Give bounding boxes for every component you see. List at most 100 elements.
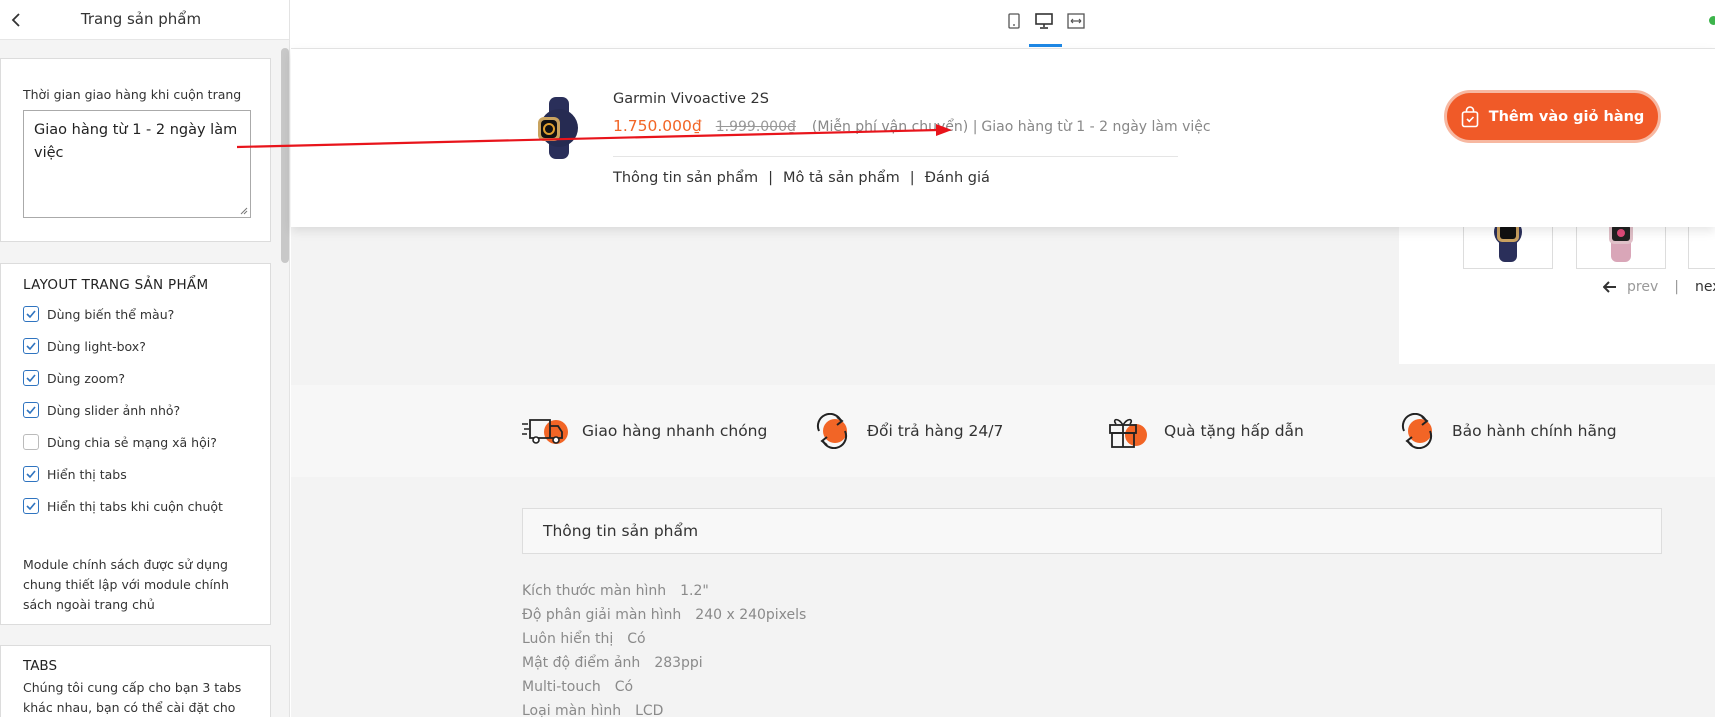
desktop-icon[interactable] [1035, 11, 1053, 31]
spec-label: Loại màn hình [522, 703, 622, 717]
option-label: Hiển thị tabs khi cuộn chuột [47, 498, 223, 514]
spec-row: Độ phân giải màn hình 240 x 240pixels [522, 607, 806, 623]
checkbox-checked-icon[interactable] [23, 402, 39, 418]
active-device-indicator [1029, 44, 1062, 47]
next-label: next [1694, 279, 1715, 295]
price-row: 1.750.000₫ 1.999.000₫ (Miễn phí vận chuy… [613, 117, 1211, 135]
fullwidth-icon[interactable] [1067, 11, 1085, 31]
delivery-field-label: Thời gian giao hàng khi cuộn trang [23, 87, 242, 102]
tab-reviews[interactable]: Đánh giá [925, 170, 990, 186]
product-info-title: Thông tin sản phẩm [543, 522, 699, 540]
tab-product-info[interactable]: Thông tin sản phẩm [613, 170, 758, 186]
checkbox-checked-icon[interactable] [23, 498, 39, 514]
spec-row: Mật độ điểm ảnh 283ppi [522, 655, 703, 671]
spec-label: Mật độ điểm ảnh [522, 655, 641, 671]
policy-item: Đổi trả hàng 24/7 [813, 385, 1003, 477]
policy-module-note: Module chính sách được sử dụng chung thi… [23, 557, 229, 612]
old-price: 1.999.000₫ [715, 119, 796, 135]
option-lightbox[interactable]: Dùng light-box? [23, 338, 146, 354]
divider [613, 156, 1178, 157]
product-name: Garmin Vivoactive 2S [613, 91, 769, 107]
gift-icon [1109, 418, 1147, 448]
tabs-settings-card: TABS Chúng tôi cung cấp cho bạn 3 tabs k… [0, 645, 271, 717]
exchange-icon [816, 413, 848, 449]
next-button[interactable]: next [1695, 279, 1715, 295]
shopping-bag-icon [1461, 105, 1479, 128]
spec-label: Độ phân giải màn hình [522, 607, 682, 623]
policy-band: Giao hàng nhanh chóng Đổi trả hàng 24/7 … [291, 385, 1715, 477]
option-label: Hiển thị tabs [47, 466, 127, 482]
option-show-tabs[interactable]: Hiển thị tabs [23, 466, 127, 482]
checkbox-checked-icon[interactable] [23, 306, 39, 322]
spec-row: Luôn hiển thị Có [522, 631, 646, 647]
spec-value: 1.2" [680, 583, 709, 599]
option-label: Dùng biến thể màu? [47, 306, 175, 322]
tabs-section-title: TABS [23, 658, 58, 674]
option-label: Dùng light-box? [47, 338, 146, 354]
status-dot [1709, 16, 1715, 25]
option-thumb-slider[interactable]: Dùng slider ảnh nhỏ? [23, 402, 180, 418]
layout-section-title: LAYOUT TRANG SẢN PHẨM [23, 277, 209, 293]
checkbox-unchecked-icon[interactable] [23, 434, 39, 450]
delivery-settings-card: Thời gian giao hàng khi cuộn trang Giao … [0, 58, 271, 242]
tabs-section-description: Chúng tôi cung cấp cho bạn 3 tabs khác n… [23, 680, 242, 715]
mobile-icon[interactable] [1005, 11, 1023, 31]
device-toolbar [291, 0, 1715, 49]
product-info-tab[interactable]: Thông tin sản phẩm [522, 508, 1662, 554]
spec-label: Luôn hiển thị [522, 631, 614, 647]
policy-label: Quà tặng hấp dẫn [1164, 422, 1304, 440]
sticky-tabs: Thông tin sản phẩm | Mô tả sản phẩm | Đá… [613, 170, 990, 186]
tab-separator: | [909, 170, 915, 186]
spec-value: Có [627, 631, 646, 647]
delivery-time-value: Giao hàng từ 1 - 2 ngày làm việc [34, 122, 238, 161]
spec-row: Kích thước màn hình 1.2" [522, 583, 709, 599]
tab-separator: | [768, 170, 773, 186]
sticky-product-bar: Garmin Vivoactive 2S 1.750.000₫ 1.999.00… [291, 49, 1715, 227]
option-label: Dùng slider ảnh nhỏ? [47, 402, 181, 418]
sidebar-header: Trang sản phẩm [0, 0, 289, 40]
option-zoom[interactable]: Dùng zoom? [23, 370, 125, 386]
layout-settings-card: LAYOUT TRANG SẢN PHẨM Dùng biến thể màu?… [0, 263, 271, 625]
checkbox-checked-icon[interactable] [23, 338, 39, 354]
resize-handle-icon[interactable] [240, 207, 248, 215]
warranty-icon [1401, 413, 1433, 449]
delivery-time-textarea[interactable]: Giao hàng từ 1 - 2 ngày làm việc [23, 110, 251, 218]
sidebar-scrollbar[interactable] [281, 48, 289, 263]
spec-value: LCD [635, 703, 664, 717]
settings-sidebar: Trang sản phẩm Thời gian giao hàng khi c… [0, 0, 290, 717]
policy-item: Giao hàng nhanh chóng [522, 385, 767, 477]
prev-button[interactable]: prev [1603, 279, 1658, 295]
free-shipping-text: (Miễn phí vận chuyển) | [811, 119, 978, 135]
pager-separator: | [1674, 279, 1679, 295]
spec-label: Multi-touch [522, 679, 601, 695]
spec-value: 240 x 240pixels [695, 607, 807, 623]
current-price: 1.750.000₫ [613, 117, 702, 135]
checkbox-checked-icon[interactable] [23, 370, 39, 386]
option-color-variant[interactable]: Dùng biến thể màu? [23, 306, 174, 322]
option-social-share[interactable]: Dùng chia sẻ mạng xã hội? [23, 434, 217, 450]
option-tabs-on-scroll[interactable]: Hiển thị tabs khi cuộn chuột [23, 498, 223, 514]
checkbox-checked-icon[interactable] [23, 466, 39, 482]
policy-label: Bảo hành chính hãng [1452, 422, 1617, 440]
policy-label: Đổi trả hàng 24/7 [867, 422, 1004, 440]
option-label: Dùng zoom? [47, 370, 126, 386]
sidebar-title: Trang sản phẩm [80, 10, 202, 28]
tab-description[interactable]: Mô tả sản phẩm [783, 170, 900, 186]
add-to-cart-button[interactable]: Thêm vào giỏ hàng [1444, 90, 1661, 143]
spec-row: Loại màn hình LCD [522, 703, 663, 717]
delivery-time-text: Giao hàng từ 1 - 2 ngày làm việc [981, 119, 1211, 135]
spec-row: Multi-touch Có [522, 679, 633, 695]
gallery-pager: prev | next [1399, 279, 1715, 295]
add-to-cart-label: Thêm vào giỏ hàng [1488, 108, 1645, 125]
prev-label: prev [1627, 279, 1659, 295]
option-label: Dùng chia sẻ mạng xã hội? [47, 434, 217, 450]
policy-item: Quà tặng hấp dẫn [1106, 385, 1304, 477]
spec-label: Kích thước màn hình [522, 583, 667, 599]
policy-label: Giao hàng nhanh chóng [582, 422, 768, 440]
product-thumbnail [538, 97, 578, 159]
delivery-truck-icon [522, 419, 568, 444]
spec-value: Có [614, 679, 634, 695]
policy-item: Bảo hành chính hãng [1398, 385, 1617, 477]
spec-value: 283ppi [654, 655, 703, 671]
arrow-left-icon [1603, 281, 1617, 293]
